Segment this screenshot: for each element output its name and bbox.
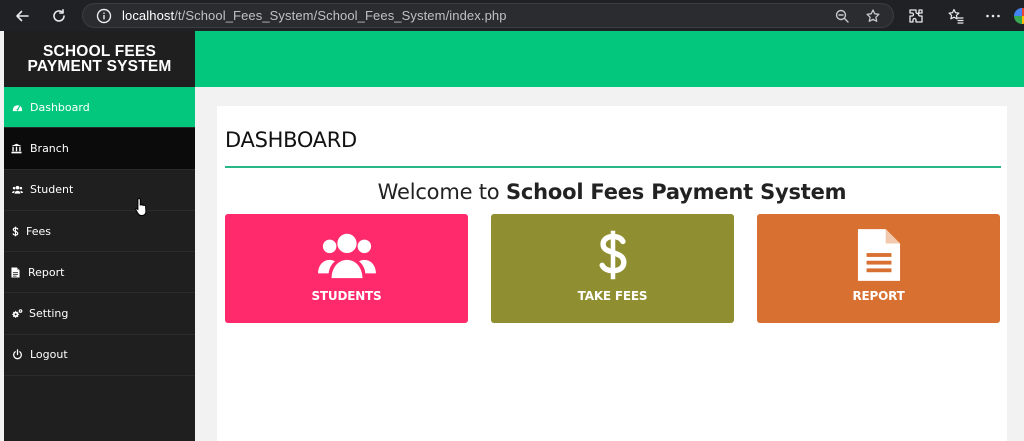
sidebar-item-report[interactable]: Report	[4, 252, 195, 294]
sidebar-item-label: Report	[28, 265, 65, 279]
info-icon[interactable]	[96, 8, 112, 24]
students-card[interactable]: STUDENTS	[225, 214, 468, 323]
sidebar: SCHOOL FEES PAYMENT SYSTEM Dashboard Bra…	[4, 31, 195, 441]
favorites-icon[interactable]	[947, 7, 965, 25]
report-card[interactable]: REPORT	[757, 214, 1000, 323]
sidebar-item-fees[interactable]: Fees	[4, 211, 195, 253]
brand-line-2: PAYMENT SYSTEM	[27, 58, 172, 75]
card-label: REPORT	[852, 289, 905, 303]
sidebar-item-student[interactable]: Student	[4, 170, 195, 211]
url-text: localhost/t/School_Fees_System/School_Fe…	[122, 8, 507, 23]
power-icon	[11, 349, 23, 361]
dollar-icon	[11, 225, 19, 237]
sidebar-item-label: Branch	[30, 141, 69, 155]
card-label: TAKE FEES	[577, 289, 648, 303]
top-header-bar	[195, 31, 1024, 87]
dashboard-icon	[11, 101, 23, 113]
sidebar-brand: SCHOOL FEES PAYMENT SYSTEM	[4, 31, 195, 87]
sidebar-item-label: Student	[30, 183, 74, 197]
back-button[interactable]	[6, 0, 38, 31]
star-icon[interactable]	[865, 8, 881, 24]
reload-icon	[53, 8, 65, 22]
file-text-icon	[849, 227, 909, 283]
zoom-icon[interactable]	[834, 8, 850, 24]
arrow-left-icon	[16, 10, 29, 21]
file-icon	[11, 266, 20, 278]
users-icon	[317, 227, 377, 283]
sidebar-item-logout[interactable]: Logout	[4, 335, 195, 377]
sidebar-item-label: Setting	[29, 307, 69, 321]
take-fees-card[interactable]: TAKE FEES	[491, 214, 734, 323]
gears-icon	[11, 308, 23, 320]
welcome-heading: Welcome to School Fees Payment System	[217, 180, 1007, 204]
profile-avatar[interactable]	[1014, 8, 1024, 24]
welcome-prefix: Welcome to	[377, 180, 506, 204]
main-content: DASHBOARD Welcome to School Fees Payment…	[217, 106, 1007, 441]
sidebar-item-label: Fees	[26, 224, 51, 238]
sidebar-item-branch[interactable]: Branch	[4, 128, 195, 170]
mouse-cursor-icon	[135, 197, 147, 216]
dollar-icon	[583, 227, 643, 283]
reload-button[interactable]	[43, 0, 75, 31]
page-title: DASHBOARD	[225, 128, 357, 152]
users-icon	[11, 184, 23, 196]
browser-toolbar: localhost/t/School_Fees_System/School_Fe…	[0, 0, 1024, 31]
bank-icon	[10, 142, 22, 154]
card-label: STUDENTS	[311, 289, 382, 303]
sidebar-item-label: Logout	[30, 348, 68, 362]
more-menu-icon[interactable]	[984, 7, 1002, 25]
welcome-system-name: School Fees Payment System	[505, 180, 847, 204]
sidebar-item-label: Dashboard	[30, 100, 90, 114]
sidebar-item-dashboard[interactable]: Dashboard	[4, 87, 195, 129]
title-divider	[225, 166, 1001, 168]
extensions-icon[interactable]	[907, 7, 925, 25]
sidebar-item-setting[interactable]: Setting	[4, 293, 195, 335]
address-bar[interactable]: localhost/t/School_Fees_System/School_Fe…	[82, 3, 894, 28]
brand-line-1: SCHOOL FEES	[42, 43, 157, 60]
